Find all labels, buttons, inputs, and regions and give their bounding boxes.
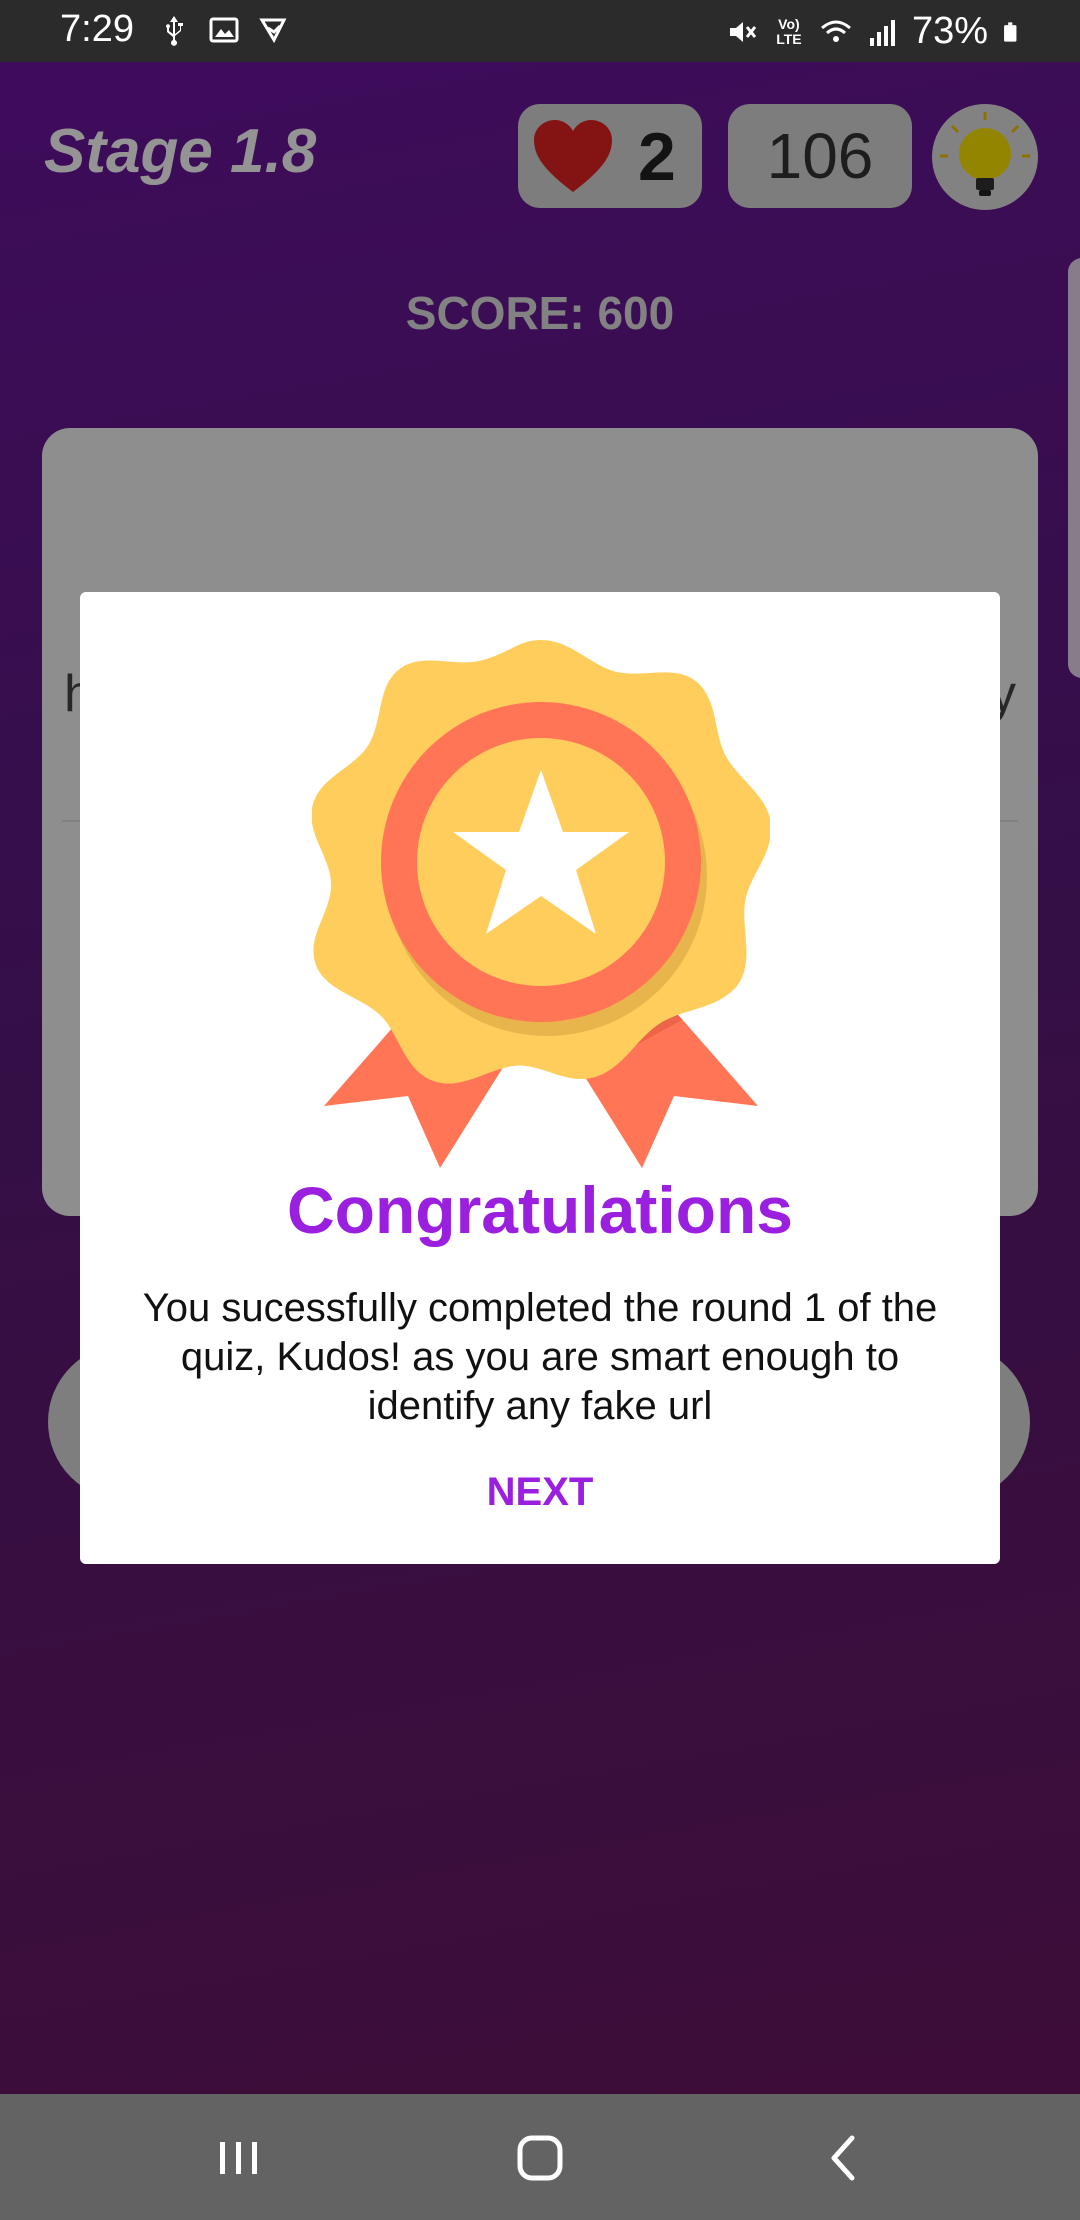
congratulations-dialog: Congratulations You sucessfully complete… <box>80 592 1000 1564</box>
recent-apps-icon <box>220 2142 257 2174</box>
volte-icon: Vo) LTE <box>776 15 802 47</box>
dialog-message: You sucessfully completed the round 1 of… <box>142 1286 938 1428</box>
play-store-icon <box>259 18 287 44</box>
recent-apps-button[interactable] <box>202 2122 274 2194</box>
system-icons: Vo) LTE 73% <box>726 10 1024 53</box>
notification-icons <box>158 14 290 46</box>
award-badge-icon <box>312 640 770 1168</box>
home-icon <box>517 2135 563 2181</box>
usb-icon <box>166 16 183 46</box>
battery-percent: 73% <box>911 10 988 52</box>
gallery-icon <box>209 17 239 43</box>
next-button[interactable]: NEXT <box>440 1456 640 1528</box>
back-button[interactable] <box>808 2122 880 2194</box>
home-button[interactable] <box>504 2122 576 2194</box>
battery-icon <box>1004 21 1017 42</box>
signal-icon <box>869 19 895 46</box>
status-bar: 7:29 Vo) LTE 73% <box>0 0 1080 62</box>
status-time: 7:29 <box>60 8 134 50</box>
back-icon <box>831 2135 855 2181</box>
mute-icon <box>729 21 757 42</box>
wifi-icon <box>820 20 851 42</box>
navigation-bar <box>0 2094 1080 2220</box>
dialog-title: Congratulations <box>287 1173 793 1247</box>
